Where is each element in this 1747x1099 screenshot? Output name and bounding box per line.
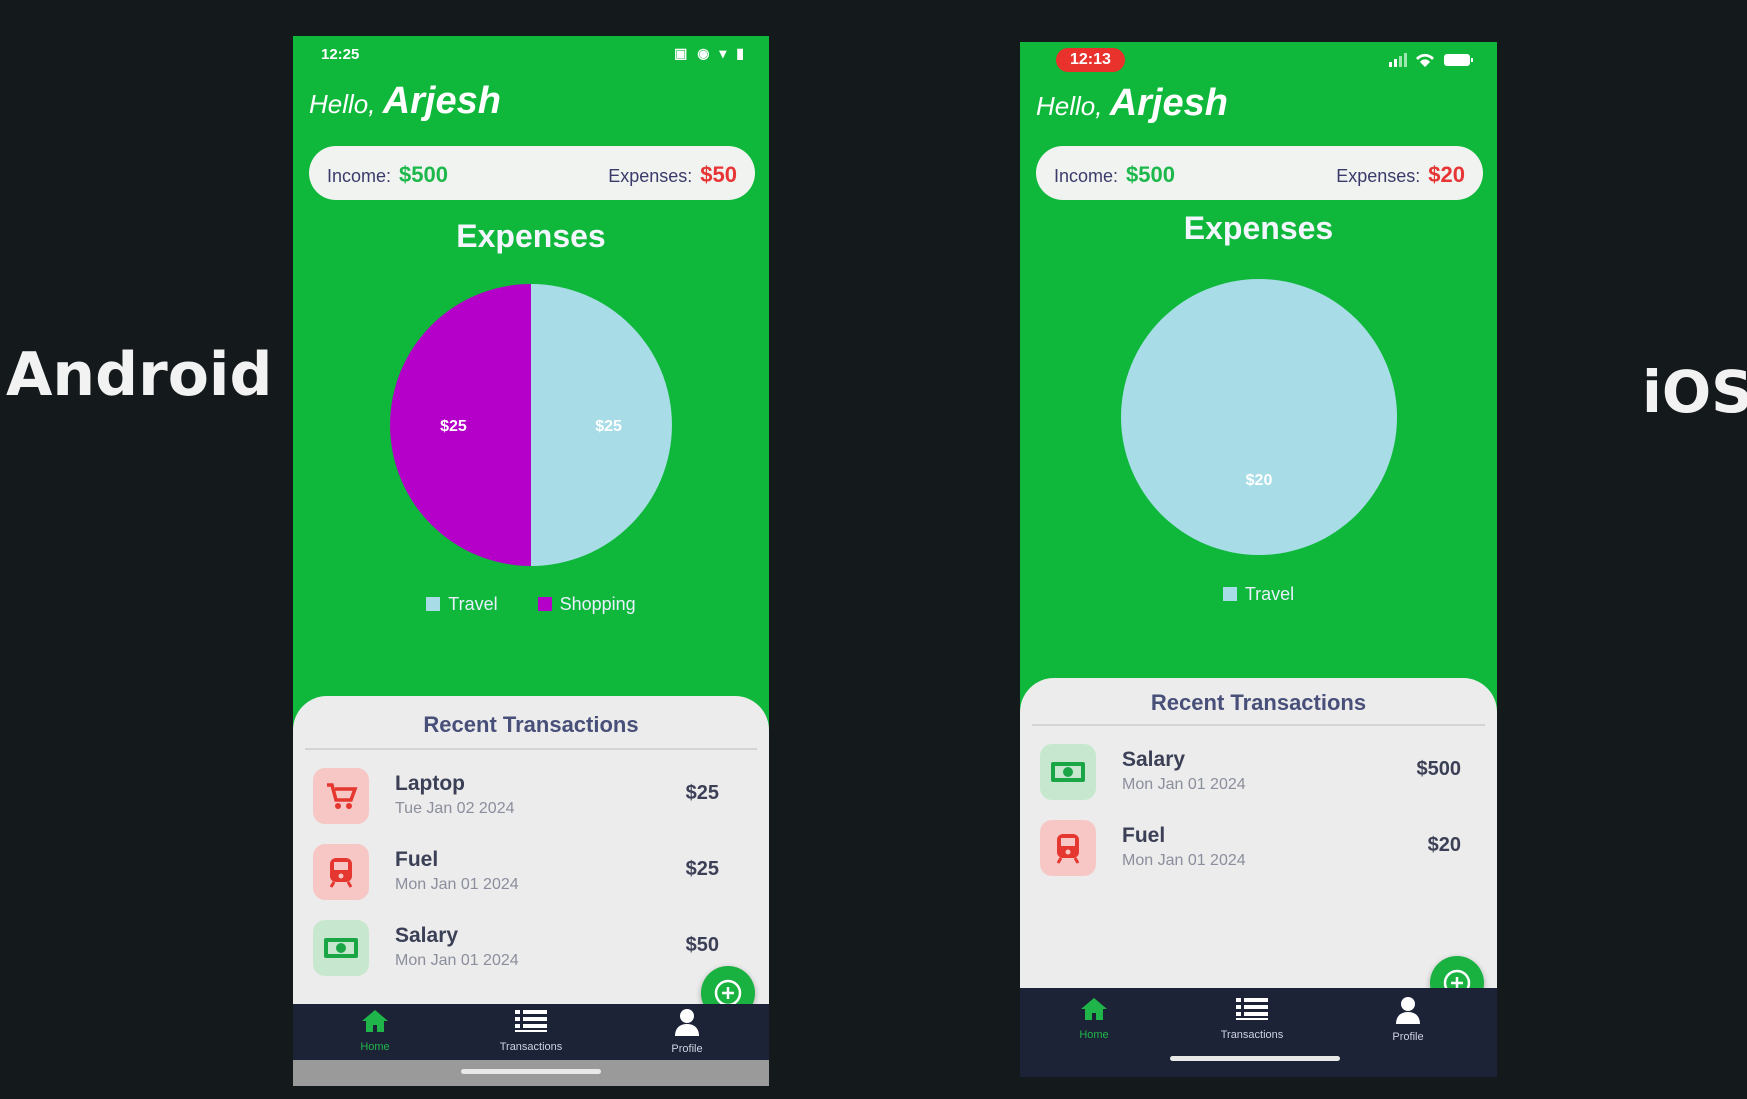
nav-home-label: Home — [1079, 1029, 1109, 1041]
cart-icon — [313, 768, 369, 824]
ios-phone-screen: 12:13 Hello, Arjesh Income: $500 Expenses… — [1020, 42, 1497, 1077]
transaction-date: Mon Jan 01 2024 — [395, 876, 519, 893]
nav-transactions[interactable]: Transactions — [1192, 996, 1312, 1041]
bottom-nav: Home Transactions Profile — [293, 1004, 769, 1060]
transaction-amount: $25 — [685, 782, 719, 804]
list-icon — [515, 1010, 547, 1032]
home-icon — [362, 1010, 388, 1032]
nav-home-label: Home — [360, 1041, 390, 1053]
transaction-date: Mon Jan 01 2024 — [1122, 776, 1246, 793]
transaction-date: Tue Jan 02 2024 — [395, 800, 515, 817]
transaction-amount: $20 — [1427, 834, 1461, 856]
pie-slice-label: $25 — [440, 418, 467, 435]
transaction-row[interactable]: Salary Mon Jan 01 2024 $50 — [293, 912, 769, 982]
legend-label: Travel — [1244, 584, 1295, 604]
transaction-amount: $50 — [685, 934, 719, 956]
transaction-date: Mon Jan 01 2024 — [1122, 852, 1246, 869]
legend-swatch — [1222, 587, 1237, 601]
transaction-name: Fuel — [395, 848, 439, 871]
transaction-name: Salary — [1122, 748, 1186, 771]
chart-legend: Travel — [1020, 584, 1497, 605]
nav-profile[interactable]: Profile — [1348, 996, 1468, 1043]
nav-transactions-label: Transactions — [1220, 1029, 1284, 1041]
divider — [1032, 724, 1485, 726]
transaction-amount: $25 — [685, 858, 719, 880]
pie-slice-label: $25 — [595, 418, 622, 435]
home-icon — [1081, 998, 1107, 1020]
android-phone-screen: 12:25 ▣ ◉ ▾ ▮ Hello, Arjesh Income: $500 … — [293, 36, 769, 1086]
money-icon — [313, 920, 369, 976]
transaction-row[interactable]: Fuel Mon Jan 01 2024 $20 — [1020, 812, 1497, 882]
money-icon — [1040, 744, 1096, 800]
expenses-pie-chart: $25 $25 — [390, 284, 672, 566]
recent-transactions-title: Recent Transactions — [1150, 690, 1367, 715]
transaction-row[interactable]: Salary Mon Jan 01 2024 $500 — [1020, 736, 1497, 806]
nav-transactions[interactable]: Transactions — [471, 1008, 591, 1053]
nav-transactions-label: Transactions — [499, 1041, 563, 1053]
transaction-row[interactable]: Laptop Tue Jan 02 2024 $25 — [293, 760, 769, 830]
transaction-date: Mon Jan 01 2024 — [395, 952, 519, 969]
pie-slice-travel[interactable] — [1121, 279, 1397, 555]
recent-transactions-sheet: Recent Transactions Laptop Tue Jan 02 20… — [293, 696, 769, 1036]
list-icon — [1236, 998, 1268, 1020]
ios-platform-label: iOS — [1642, 358, 1747, 426]
nav-profile-label: Profile — [1392, 1031, 1424, 1043]
home-indicator[interactable] — [461, 1069, 601, 1074]
legend-swatch — [537, 597, 552, 611]
profile-icon — [675, 1009, 699, 1036]
legend-item-shopping: Shopping — [537, 594, 636, 615]
train-icon — [1040, 820, 1096, 876]
train-icon — [313, 844, 369, 900]
expenses-pie-chart: $20 — [1121, 279, 1397, 555]
android-platform-label: Android — [6, 340, 273, 410]
legend-item-travel: Travel — [1222, 584, 1295, 605]
profile-icon — [1396, 997, 1420, 1024]
pie-slice-label: $20 — [1246, 472, 1273, 489]
divider — [305, 748, 757, 750]
chart-legend: Travel Shopping — [293, 594, 769, 615]
bottom-nav: Home Transactions Profile — [1020, 988, 1497, 1077]
transaction-amount: $500 — [1416, 758, 1462, 780]
legend-item-travel: Travel — [426, 594, 498, 615]
nav-home[interactable]: Home — [315, 1008, 435, 1053]
transaction-row[interactable]: Fuel Mon Jan 01 2024 $25 — [293, 836, 769, 906]
transaction-name: Fuel — [1122, 824, 1166, 847]
recent-transactions-title: Recent Transactions — [423, 712, 639, 737]
nav-home[interactable]: Home — [1034, 996, 1154, 1041]
legend-label: Shopping — [559, 594, 636, 614]
recent-transactions-sheet: Recent Transactions Salary Mon Jan 01 20… — [1020, 678, 1497, 1010]
transaction-name: Salary — [395, 924, 459, 947]
home-indicator[interactable] — [1170, 1056, 1340, 1061]
nav-profile[interactable]: Profile — [627, 1008, 747, 1055]
nav-profile-label: Profile — [671, 1043, 703, 1055]
legend-label: Travel — [448, 594, 498, 614]
transaction-name: Laptop — [395, 772, 465, 795]
legend-swatch — [426, 597, 441, 611]
